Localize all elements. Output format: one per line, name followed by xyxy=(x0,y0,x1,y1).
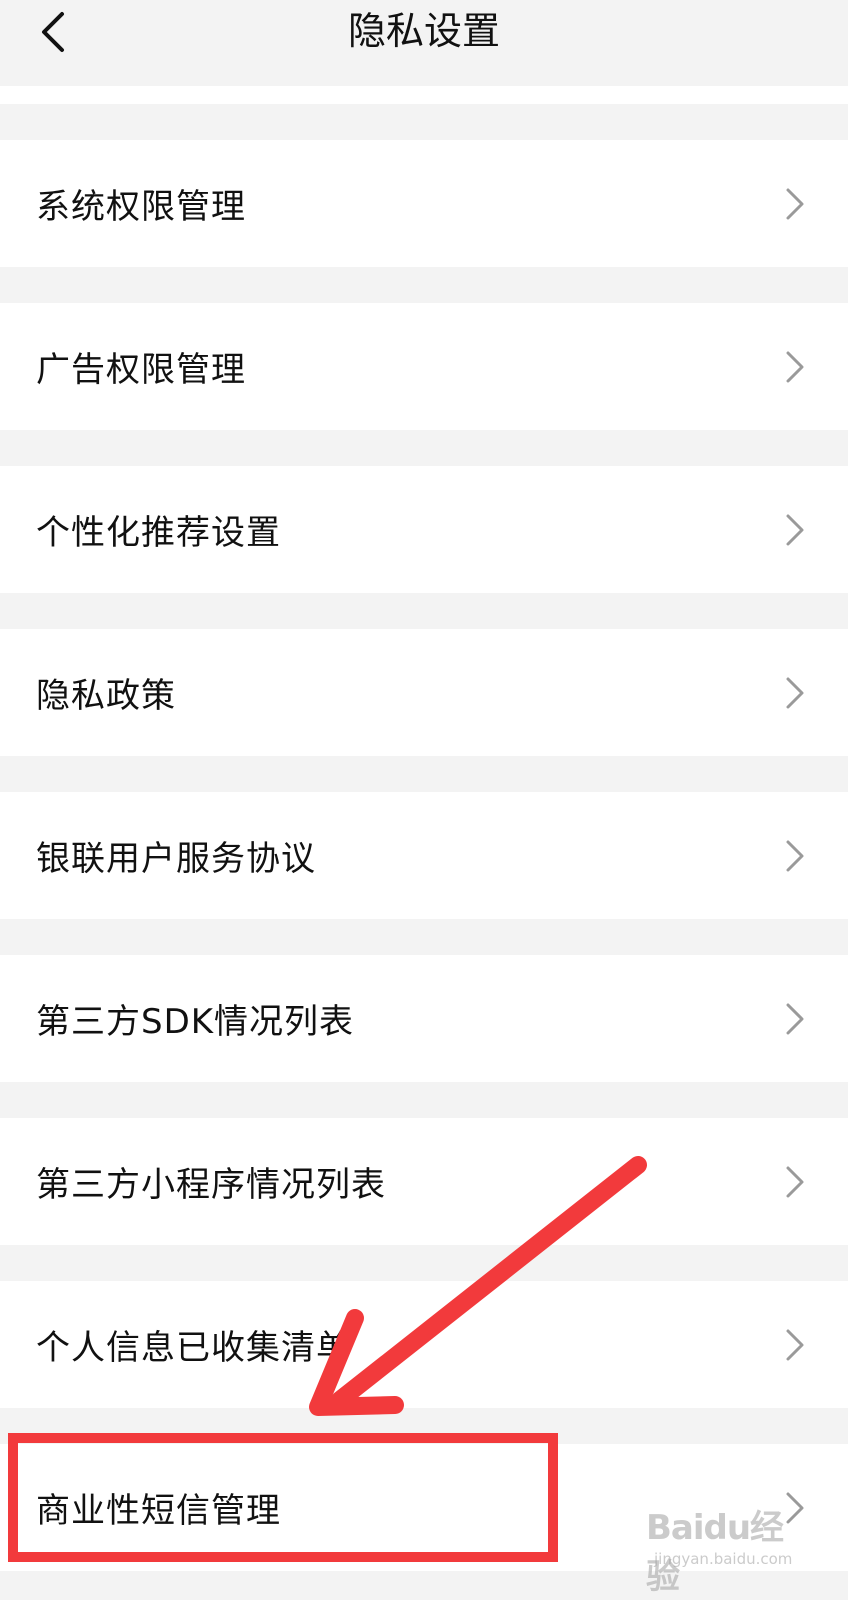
chevron-right-icon xyxy=(786,1492,804,1523)
menu-item-third-party-mini-program-list[interactable]: 第三方小程序情况列表 xyxy=(0,1118,848,1245)
chevron-right-icon xyxy=(786,351,804,382)
header-divider xyxy=(0,86,848,104)
privacy-settings-list: 系统权限管理 广告权限管理 个性化推荐设置 隐私政策 银联用户服务协议 第三方S… xyxy=(0,104,848,1571)
menu-item-label: 隐私政策 xyxy=(36,676,176,716)
menu-item-third-party-sdk-list[interactable]: 第三方SDK情况列表 xyxy=(0,955,848,1082)
section-gap xyxy=(0,919,848,955)
menu-item-user-service-agreement[interactable]: 银联用户服务协议 xyxy=(0,792,848,919)
menu-item-personalized-recommendation[interactable]: 个性化推荐设置 xyxy=(0,466,848,593)
section-gap xyxy=(0,1082,848,1118)
section-gap xyxy=(0,430,848,466)
section-gap xyxy=(0,267,848,303)
chevron-right-icon xyxy=(786,514,804,545)
menu-item-privacy-policy[interactable]: 隐私政策 xyxy=(0,629,848,756)
menu-item-label: 个性化推荐设置 xyxy=(36,513,281,553)
section-gap xyxy=(0,104,848,140)
menu-item-label: 广告权限管理 xyxy=(36,350,246,390)
menu-item-ad-permissions[interactable]: 广告权限管理 xyxy=(0,303,848,430)
menu-item-label: 系统权限管理 xyxy=(36,187,246,227)
chevron-right-icon xyxy=(786,840,804,871)
chevron-right-icon xyxy=(786,677,804,708)
menu-item-label: 第三方SDK情况列表 xyxy=(36,1002,355,1042)
section-gap xyxy=(0,593,848,629)
section-gap xyxy=(0,1245,848,1281)
section-gap xyxy=(0,1408,848,1444)
chevron-right-icon xyxy=(786,1329,804,1360)
menu-item-label: 银联用户服务协议 xyxy=(36,839,316,879)
page-title: 隐私设置 xyxy=(347,9,500,53)
chevron-right-icon xyxy=(786,188,804,219)
header-bar: 隐私设置 xyxy=(0,0,848,86)
menu-item-label: 第三方小程序情况列表 xyxy=(36,1165,386,1205)
menu-item-label: 个人信息已收集清单 xyxy=(36,1328,351,1368)
chevron-right-icon xyxy=(786,1166,804,1197)
menu-item-commercial-sms-management[interactable]: 商业性短信管理 xyxy=(0,1444,848,1571)
menu-item-label: 商业性短信管理 xyxy=(36,1491,281,1531)
section-gap xyxy=(0,756,848,792)
chevron-right-icon xyxy=(786,1003,804,1034)
menu-item-collected-personal-info-list[interactable]: 个人信息已收集清单 xyxy=(0,1281,848,1408)
menu-item-system-permissions[interactable]: 系统权限管理 xyxy=(0,140,848,267)
